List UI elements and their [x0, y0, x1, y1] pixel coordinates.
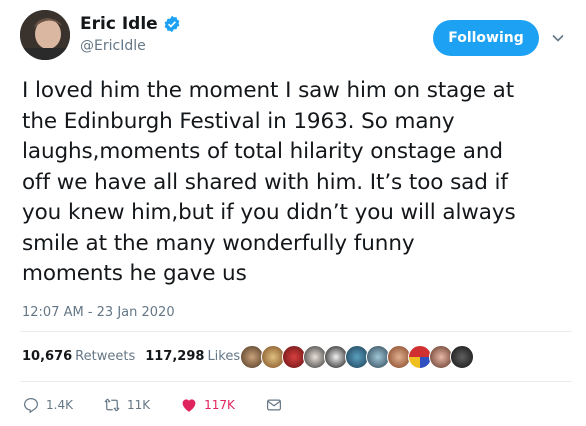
- avatar[interactable]: [20, 10, 70, 60]
- retweet-icon: [103, 396, 121, 414]
- retweets-label: Retweets: [75, 349, 136, 364]
- user-info: Eric Idle @EricIdle: [80, 14, 181, 54]
- liker-avatars[interactable]: [240, 345, 474, 369]
- direct-message-button[interactable]: [265, 396, 283, 414]
- divider: [20, 331, 572, 332]
- likes-count: 117,298: [145, 349, 205, 364]
- reply-icon: [22, 396, 40, 414]
- reply-count: 1.4K: [46, 398, 73, 412]
- verified-badge-icon: [163, 15, 181, 33]
- retweet-button[interactable]: 11K: [103, 396, 150, 414]
- retweets-count: 10,676: [22, 349, 73, 364]
- reply-button[interactable]: 1.4K: [22, 396, 73, 414]
- divider: [20, 381, 572, 382]
- likes-stat[interactable]: 117,298 Likes: [145, 349, 240, 364]
- envelope-icon: [265, 396, 283, 414]
- chevron-down-icon[interactable]: [551, 30, 565, 44]
- tweet-actions: 1.4K 11K 117K: [22, 396, 313, 414]
- retweet-count: 11K: [126, 398, 151, 412]
- following-button[interactable]: Following: [433, 20, 539, 56]
- like-count: 117K: [204, 398, 235, 412]
- like-button[interactable]: 117K: [180, 396, 235, 414]
- display-name[interactable]: Eric Idle: [80, 14, 158, 34]
- engagement-stats: 10,676 Retweets 117,298 Likes: [22, 349, 240, 364]
- liker-avatar[interactable]: [450, 345, 474, 369]
- heart-icon: [180, 396, 198, 414]
- tweet-timestamp[interactable]: 12:07 AM - 23 Jan 2020: [22, 305, 175, 320]
- tweet-text: I loved him the moment I saw him on stag…: [22, 78, 516, 286]
- user-handle[interactable]: @EricIdle: [80, 38, 181, 54]
- retweets-stat[interactable]: 10,676 Retweets: [22, 349, 135, 364]
- likes-label: Likes: [207, 349, 241, 364]
